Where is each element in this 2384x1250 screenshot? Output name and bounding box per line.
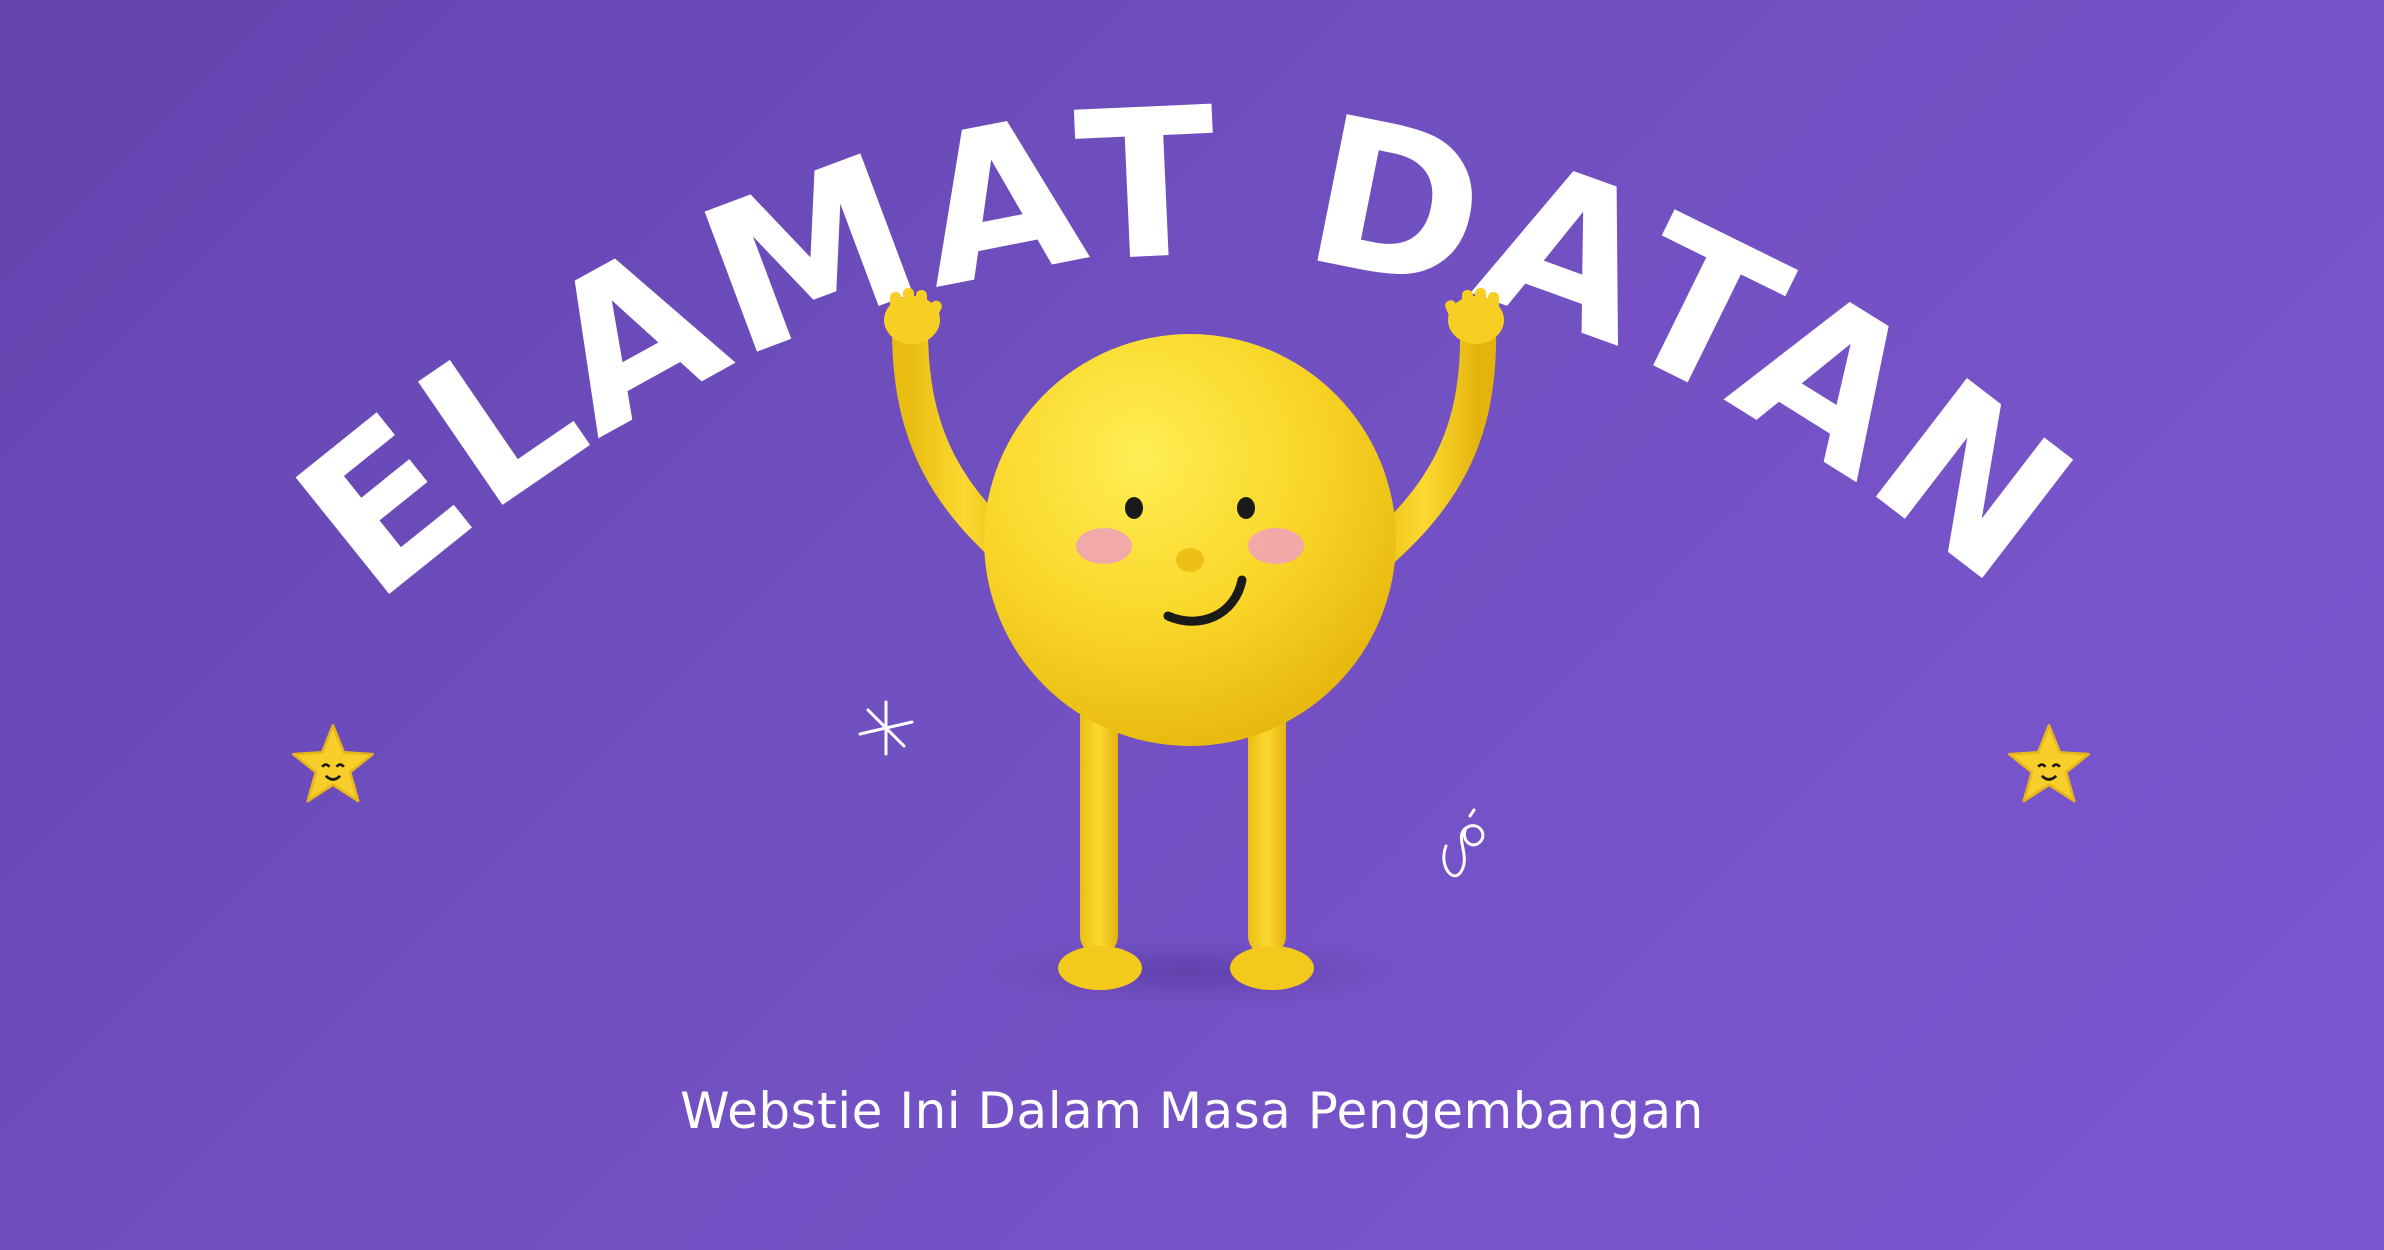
mascot-shadow [980,936,1400,1008]
mascot-right-cheek [1248,528,1304,564]
squiggle-icon [1442,808,1485,878]
subtitle: Webstie Ini Dalam Masa Pengembangan [680,1082,1704,1140]
sparkle-icon [858,700,914,756]
mascot-body [984,334,1396,746]
mascot-left-hand [884,288,942,344]
star-icon [2008,724,2090,803]
mascot-right-hand [1445,288,1504,344]
mascot-left-eye [1125,497,1143,519]
mascot-left-foot [1058,946,1142,990]
mascot-nose [1176,548,1204,572]
welcome-banner: SELAMAT DATANG [0,0,2384,1250]
star-icon [292,724,374,803]
mascot-right-foot [1230,946,1314,990]
mascot-illustration [884,288,1504,1008]
mascot-left-cheek [1076,528,1132,564]
mascot-right-eye [1237,497,1255,519]
